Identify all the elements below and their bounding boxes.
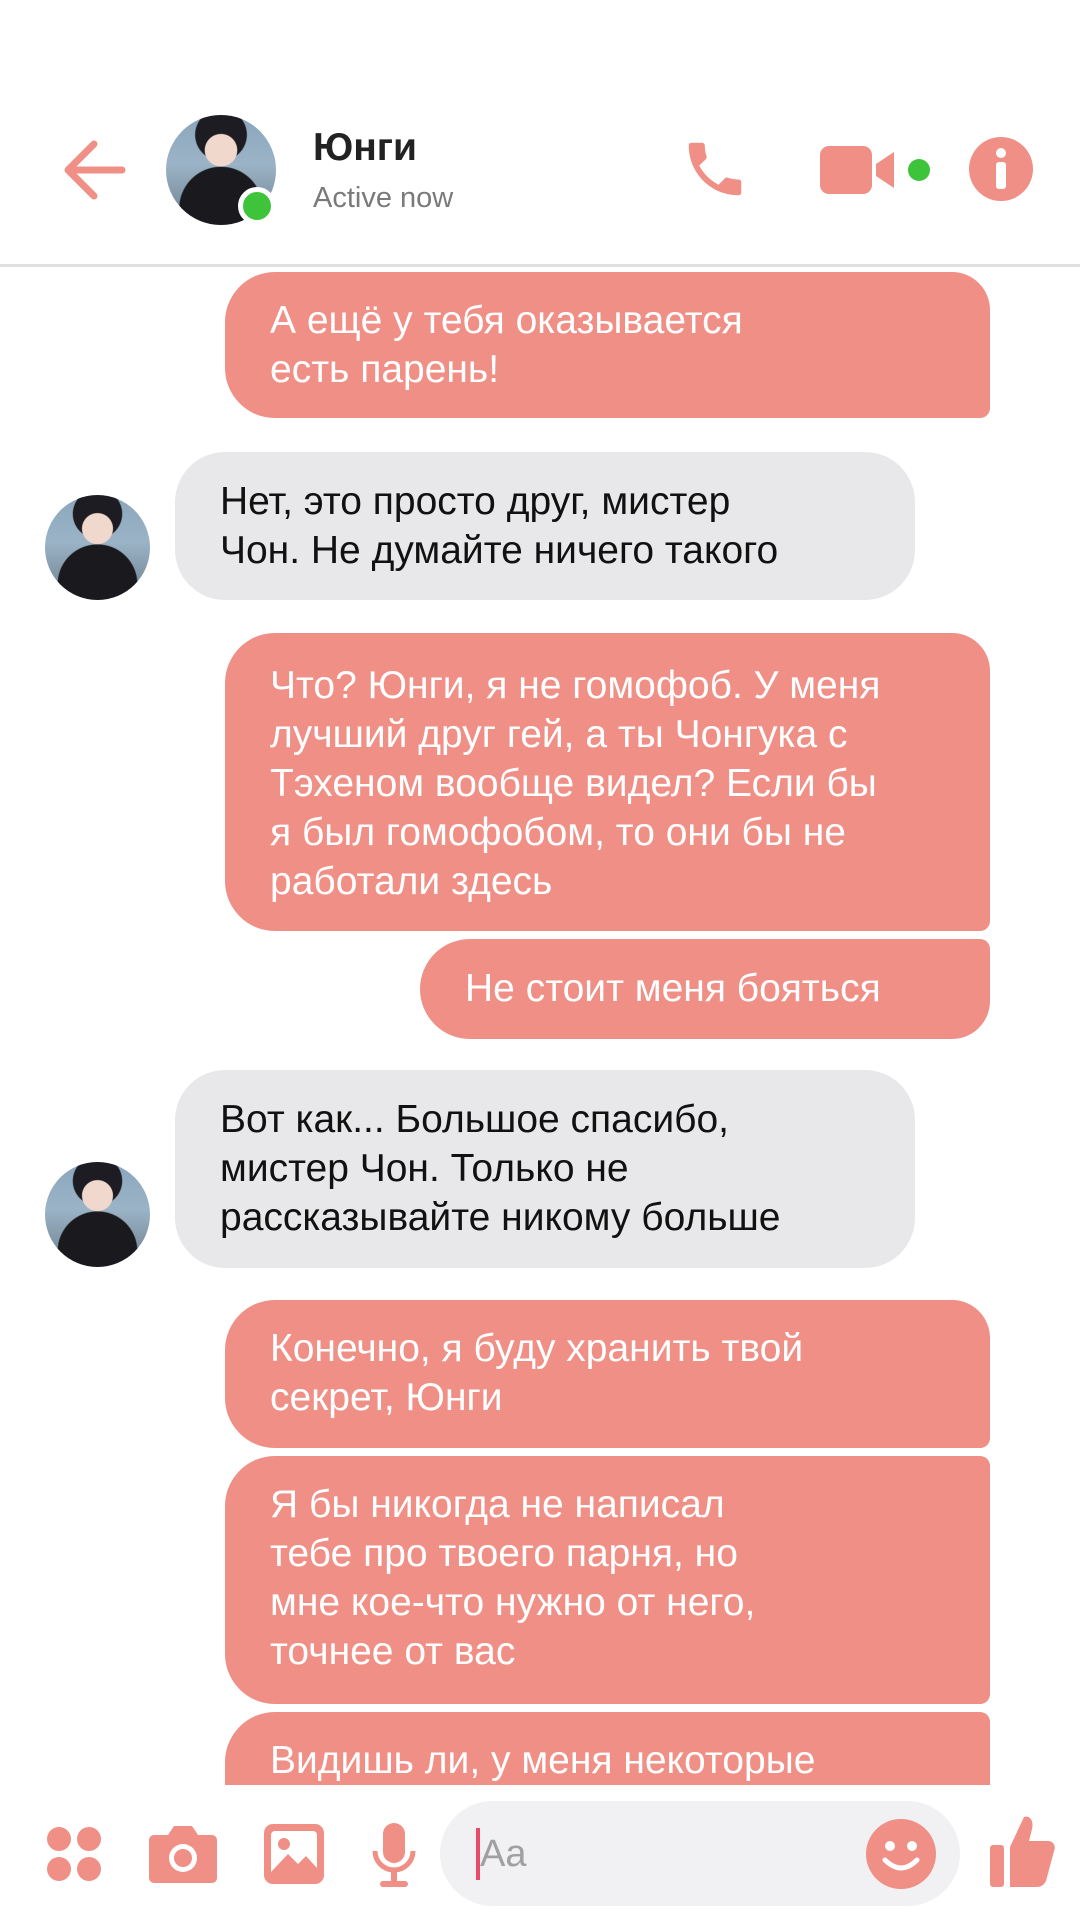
message-list[interactable]: А ещё у тебя оказывается есть парень! Не… — [0, 267, 1080, 1785]
message-bubble-outgoing[interactable]: Не стоит меня бояться — [420, 939, 990, 1039]
online-indicator — [238, 187, 276, 225]
contact-avatar-small — [45, 495, 150, 600]
message-input[interactable] — [478, 1828, 782, 1880]
gallery-icon[interactable] — [262, 1822, 326, 1886]
message-bubble-outgoing[interactable]: Что? Юнги, я не гомофоб. У меня лучший д… — [225, 633, 990, 931]
apps-icon[interactable] — [45, 1825, 103, 1883]
contact-name[interactable]: Юнги — [313, 126, 417, 170]
thumbs-up-icon[interactable] — [988, 1813, 1056, 1889]
microphone-icon[interactable] — [370, 1821, 418, 1889]
emoji-icon[interactable] — [865, 1818, 937, 1890]
video-camera-icon[interactable] — [818, 140, 938, 200]
message-bubble-incoming[interactable]: Вот как... Большое спасибо, мистер Чон. … — [175, 1070, 915, 1268]
contact-avatar[interactable] — [166, 115, 276, 225]
message-bubble-outgoing[interactable]: Я бы никогда не написал тебе про твоего … — [225, 1456, 990, 1704]
camera-icon[interactable] — [148, 1823, 218, 1885]
message-bubble-outgoing[interactable]: А ещё у тебя оказывается есть парень! — [225, 272, 990, 418]
back-arrow-icon[interactable] — [60, 130, 130, 210]
info-icon[interactable] — [968, 136, 1034, 202]
message-bubble-outgoing[interactable]: Конечно, я буду хранить твой секрет, Юнг… — [225, 1300, 990, 1448]
composer-bar — [0, 1785, 1080, 1920]
message-bubble-outgoing[interactable]: Видишь ли, у меня некоторые — [225, 1712, 990, 1785]
chat-header: Юнги Active now — [0, 0, 1080, 265]
message-input-field[interactable] — [440, 1801, 960, 1906]
phone-icon[interactable] — [680, 133, 750, 205]
contact-avatar-small — [45, 1162, 150, 1267]
contact-status: Active now — [313, 182, 454, 214]
message-bubble-incoming[interactable]: Нет, это просто друг, мистер Чон. Не дум… — [175, 452, 915, 600]
